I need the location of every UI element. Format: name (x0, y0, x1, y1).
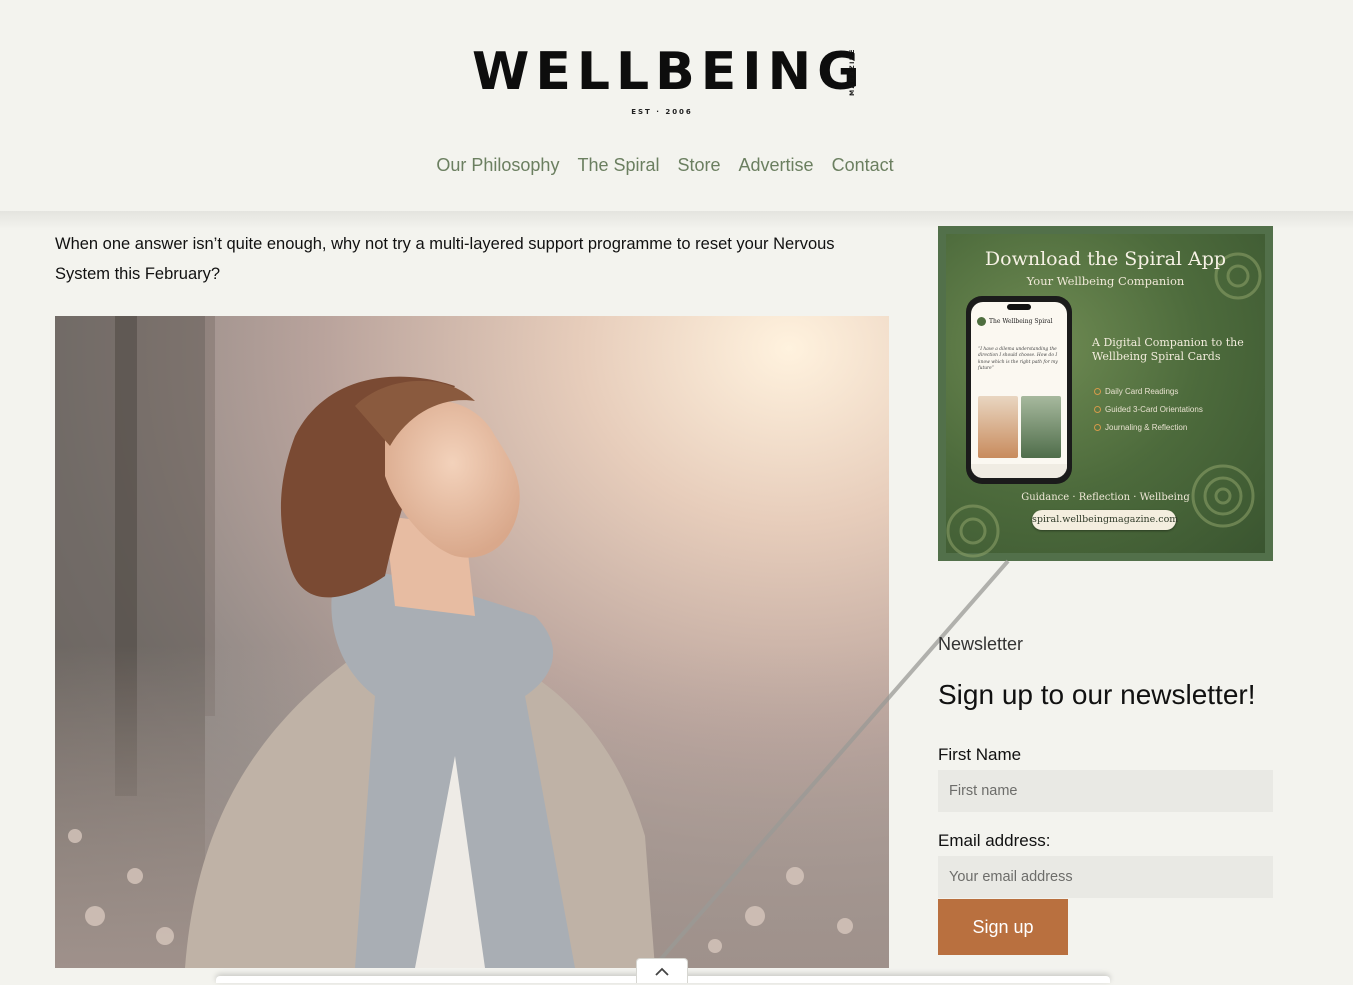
phone-card-image (1021, 396, 1061, 458)
chevron-up-icon (655, 967, 669, 976)
newsletter-label: Newsletter (938, 634, 1024, 654)
ad-subtitle: Your Wellbeing Companion (1026, 274, 1185, 288)
spiral-app-ad[interactable]: Download the Spiral App Your Wellbeing C… (938, 226, 1273, 561)
scroll-to-top-button[interactable] (636, 958, 688, 983)
phone-app-name: The Wellbeing Spiral (989, 318, 1053, 325)
phone-screen: The Wellbeing Spiral “I have a dilema un… (971, 302, 1067, 478)
article-hero-image (55, 316, 889, 968)
site-logo[interactable]: WELLBEING MAGAZINE EST · 2006 (472, 44, 862, 120)
ad-feature: Guided 3-Card Orientations (1094, 405, 1264, 414)
article-intro: When one answer isn’t quite enough, why … (55, 235, 835, 283)
spiral-bullet-icon (1094, 406, 1101, 413)
site-header: WELLBEING MAGAZINE EST · 2006 Our Philos… (0, 0, 1353, 211)
ad-url-pill[interactable]: spiral.wellbeingmagazine.com (1032, 510, 1178, 530)
ad-feature-label: Guided 3-Card Orientations (1105, 405, 1203, 414)
ad-feature: Journaling & Reflection (1094, 423, 1264, 432)
email-label: Email address: (938, 831, 1051, 850)
ad-feature: Daily Card Readings (1094, 387, 1264, 396)
phone-card-image (978, 396, 1018, 458)
ad-tagline: Guidance · Reflection · Wellbeing (1021, 492, 1190, 503)
nav-our-philosophy[interactable]: Our Philosophy (436, 155, 559, 176)
logo-wordmark: WELLBEING (472, 42, 866, 102)
nav-the-spiral[interactable]: The Spiral (577, 155, 659, 176)
spiral-bullet-icon (1094, 424, 1101, 431)
logo-magazine-tag: MAGAZINE (849, 48, 856, 96)
hero-photo-illustration (55, 316, 889, 968)
first-name-label: First Name (938, 745, 1022, 764)
phone-question: “I have a dilema understanding the direc… (978, 347, 1058, 372)
first-name-field[interactable] (938, 770, 1273, 812)
ad-feature-label: Daily Card Readings (1105, 387, 1179, 396)
spiral-bullet-icon (1094, 388, 1101, 395)
phone-notch (1007, 304, 1031, 310)
phone-mockup: The Wellbeing Spiral “I have a dilema un… (966, 296, 1072, 484)
nav-contact[interactable]: Contact (832, 155, 894, 176)
ad-title: Download the Spiral App (984, 248, 1227, 270)
newsletter-heading: Sign up to our newsletter! (938, 679, 1256, 710)
email-field[interactable] (938, 856, 1273, 898)
app-icon (977, 317, 986, 326)
logo-established: EST · 2006 (631, 108, 693, 116)
nav-store[interactable]: Store (678, 155, 721, 176)
ad-companion-text: A Digital Companion to the Wellbeing Spi… (1092, 336, 1244, 363)
nav-advertise[interactable]: Advertise (739, 155, 814, 176)
ad-feature-label: Journaling & Reflection (1105, 423, 1188, 432)
main-nav: Our Philosophy The Spiral Store Advertis… (430, 152, 900, 178)
signup-button[interactable]: Sign up (938, 899, 1068, 955)
phone-tab-bar (971, 464, 1067, 478)
